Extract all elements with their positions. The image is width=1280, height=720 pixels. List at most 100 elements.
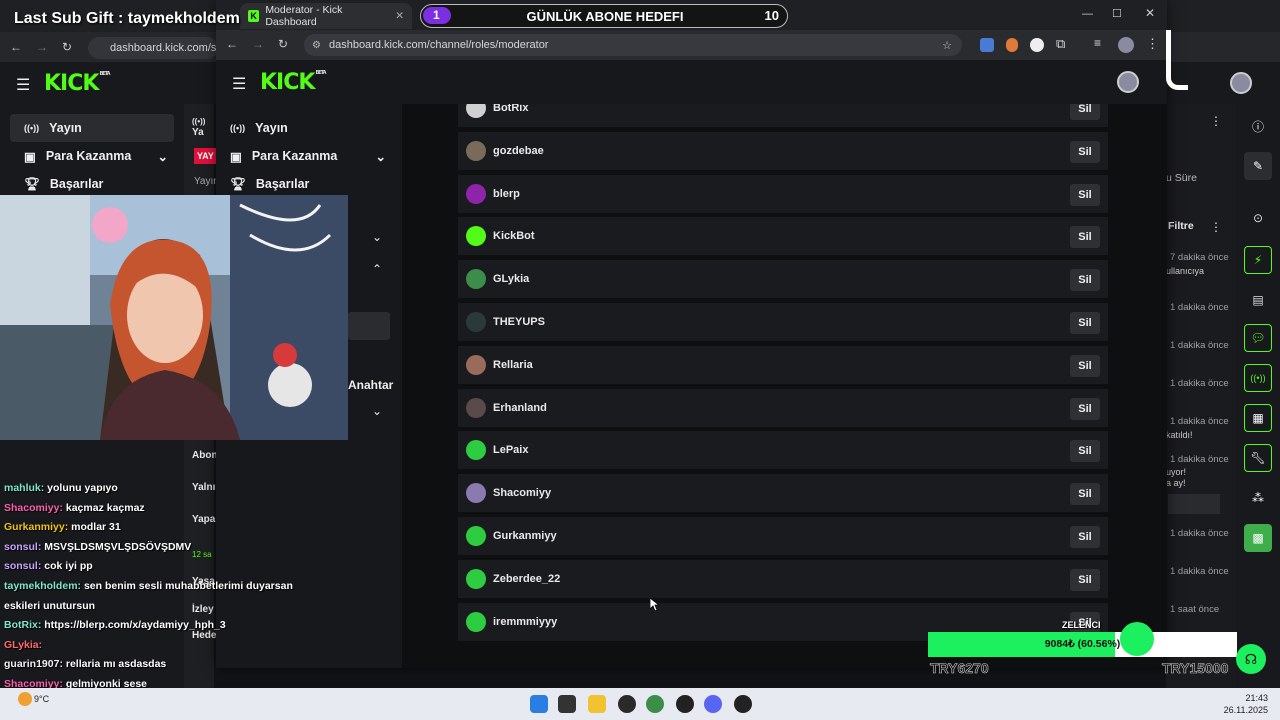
task-view-icon[interactable] xyxy=(558,695,576,713)
bg-sure-label: u Süre xyxy=(1166,172,1197,184)
moderator-name: Gurkanmiyy xyxy=(493,530,557,542)
broadcast-icon[interactable]: ((•)) xyxy=(1244,364,1272,392)
chat-message: taymekholdem: sen benim sesli muhabbetle… xyxy=(4,580,293,592)
media-icon[interactable]: ≡ xyxy=(1094,36,1101,50)
webcam-image xyxy=(0,195,348,440)
chat-icon[interactable]: 💬︎ xyxy=(1244,324,1272,352)
reload-icon[interactable]: ↻ xyxy=(278,37,288,51)
extensions-puzzle-icon[interactable]: ⧉ xyxy=(1056,36,1065,52)
nav-basarilar[interactable]: 🏆︎ Başarılar xyxy=(216,170,392,198)
last-sub-gift-label: Last Sub Gift : taymekholdem xyxy=(14,10,240,27)
pencil-icon[interactable]: ✎ xyxy=(1244,152,1272,180)
bg-nav-basarilar[interactable]: 🏆︎ Başarılar xyxy=(10,170,174,198)
nav-yayin[interactable]: ((•)) Yayın xyxy=(216,114,392,142)
app-icon[interactable] xyxy=(618,695,636,713)
remove-moderator-button[interactable]: Sil xyxy=(1070,568,1100,591)
app-icon[interactable]: ▩ xyxy=(1244,524,1272,552)
layout-icon[interactable]: ▦ xyxy=(1244,404,1272,432)
sidebar-item-anahtar[interactable]: Anahtar xyxy=(348,378,393,392)
chevron-down-icon[interactable]: ⌄ xyxy=(372,230,382,244)
remove-moderator-button[interactable]: Sil xyxy=(1070,183,1100,206)
back-icon[interactable]: ← xyxy=(226,37,238,51)
nav-para-kazanma[interactable]: ▣ Para Kazanma ⌄ xyxy=(216,142,392,170)
chat-username: taymekholdem: xyxy=(4,580,82,592)
forward-icon[interactable]: → xyxy=(36,40,48,54)
remove-moderator-button[interactable]: Sil xyxy=(1070,354,1100,377)
moderator-name: Rellaria xyxy=(493,358,533,371)
bg-tab-abone[interactable]: Abon xyxy=(192,450,218,461)
chat-username: BotRix: xyxy=(4,619,42,632)
activity-time: 1 dakika önce xyxy=(1170,416,1229,427)
remove-moderator-button[interactable]: Sil xyxy=(1070,312,1100,334)
moderator-name: THEYUPS xyxy=(493,316,545,328)
chevron-down-icon[interactable]: ⌄ xyxy=(372,404,382,418)
extension-translate-icon[interactable] xyxy=(980,38,994,52)
avatar[interactable] xyxy=(1230,72,1252,94)
close-tab-icon[interactable]: ✕ xyxy=(395,10,404,22)
document-icon[interactable]: ▤ xyxy=(1244,286,1272,314)
chat-message: BotRix: https://blerp.com/x/aydamiyy_hph… xyxy=(4,619,226,631)
remove-moderator-button[interactable]: Sil xyxy=(1070,226,1100,249)
bg-url-field[interactable]: dashboard.kick.com/stre xyxy=(88,37,218,59)
extension-icon[interactable] xyxy=(1030,38,1044,52)
kick-header: ☰ KICKBETA xyxy=(216,60,1167,104)
info-icon[interactable]: ⓘ xyxy=(1244,112,1272,140)
bg-nav-para-kazanma[interactable]: ▣ Para Kazanma ⌄ xyxy=(10,142,174,170)
moderator-name: GLykia xyxy=(493,273,530,286)
avatar xyxy=(466,312,486,332)
url-field[interactable]: ⚙ dashboard.kick.com/channel/roles/moder… xyxy=(304,34,962,56)
back-icon[interactable]: ← xyxy=(10,40,22,54)
remove-moderator-button[interactable]: Sil xyxy=(1070,104,1100,120)
menu-icon[interactable]: ☰ xyxy=(232,74,246,94)
filter-button[interactable]: Filtre xyxy=(1168,220,1194,232)
kick-logo[interactable]: KICKBETA xyxy=(44,71,111,96)
more-icon[interactable]: ⋮ xyxy=(1210,114,1222,128)
close-window-icon[interactable]: ✕ xyxy=(1145,6,1155,20)
chevron-up-icon[interactable]: ⌃ xyxy=(372,262,382,276)
app-icon[interactable] xyxy=(676,695,694,713)
chat-username: mahluk: xyxy=(4,482,45,494)
tab-moderator[interactable]: K Moderator - Kick Dashboard ✕ xyxy=(240,3,412,29)
discord-icon[interactable] xyxy=(704,695,722,713)
sidebar-active-item[interactable] xyxy=(348,312,390,340)
remove-moderator-button[interactable]: Sil xyxy=(1070,269,1100,292)
bookmark-star-icon[interactable]: ☆ xyxy=(942,39,952,52)
remove-moderator-button[interactable]: Sil xyxy=(1070,483,1100,506)
lightning-icon[interactable]: ⚡︎ xyxy=(1244,246,1272,274)
remove-moderator-button[interactable]: Sil xyxy=(1070,140,1100,163)
start-windows-icon[interactable] xyxy=(530,695,548,713)
browser-menu-icon[interactable]: ⋮ xyxy=(1146,36,1159,52)
menu-icon[interactable]: ☰ xyxy=(16,75,30,95)
remove-moderator-button[interactable]: Sil xyxy=(1070,397,1100,420)
file-explorer-icon[interactable] xyxy=(588,695,606,713)
moderator-name: Shacomiyy xyxy=(493,487,552,500)
chevron-down-icon: ⌄ xyxy=(375,149,386,164)
chat-username: sonsul: xyxy=(4,540,42,553)
nav-label: Para Kazanma xyxy=(251,149,338,163)
moderator-row: BotRix Sil xyxy=(458,104,1108,129)
avatar[interactable] xyxy=(1117,71,1139,93)
minimize-icon[interactable]: — xyxy=(1082,8,1093,20)
avatar xyxy=(466,526,486,546)
profile-avatar[interactable] xyxy=(1118,37,1134,53)
bg-nav-yayin[interactable]: ((•)) Yayın xyxy=(10,114,174,142)
avatar xyxy=(466,183,486,204)
wrench-icon[interactable]: 🔧︎ xyxy=(1244,444,1272,472)
activity-time: 1 dakika önce xyxy=(1170,340,1229,351)
remove-moderator-button[interactable]: Sil xyxy=(1070,440,1100,463)
remove-moderator-button[interactable]: Sil xyxy=(1070,526,1100,548)
site-info-icon[interactable]: ⚙ xyxy=(312,40,321,51)
app-icon[interactable] xyxy=(734,695,752,713)
kick-logo[interactable]: KICKBETA xyxy=(260,70,327,95)
target-icon[interactable]: ⊙ xyxy=(1244,204,1272,232)
reload-icon[interactable]: ↻ xyxy=(62,40,72,54)
support-headset-icon[interactable]: ☊ xyxy=(1236,644,1266,674)
extension-icon[interactable] xyxy=(1006,38,1018,52)
weather-icon[interactable] xyxy=(18,692,32,706)
maximize-icon[interactable]: ☐ xyxy=(1112,7,1122,20)
forward-icon[interactable]: → xyxy=(252,37,264,51)
activity-input[interactable] xyxy=(1168,494,1220,514)
more-icon[interactable]: ⋮ xyxy=(1210,220,1222,234)
chrome-icon[interactable] xyxy=(646,695,664,713)
dots-icon[interactable]: ⁂ xyxy=(1244,484,1272,512)
